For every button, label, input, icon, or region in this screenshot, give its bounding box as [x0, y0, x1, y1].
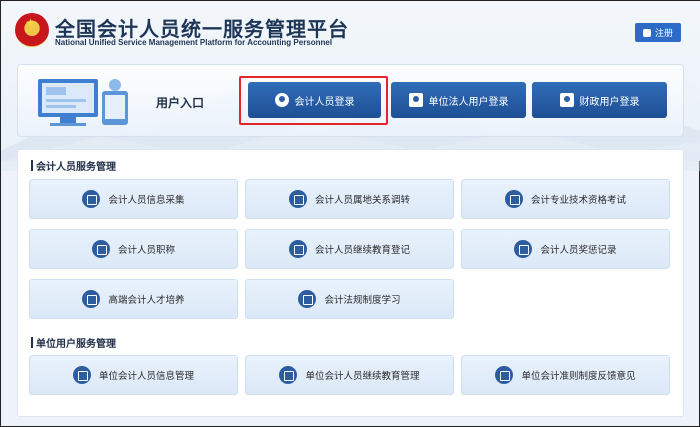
- accountant-section-title: 会计人员服务管理: [31, 158, 116, 173]
- tile-unit-feedback[interactable]: 单位会计准则制度反馈意见: [461, 355, 670, 395]
- tile-label: 会计法规制度学习: [324, 295, 401, 306]
- user-icon: [642, 28, 651, 37]
- unit-login-button[interactable]: 单位法人用户登录: [391, 82, 526, 118]
- section-bar: [31, 160, 33, 171]
- exam-icon: [504, 190, 523, 208]
- section-bar: [31, 337, 33, 348]
- user-entry-label: 用户入口: [156, 96, 205, 110]
- tile-label: 高端会计人才培养: [108, 295, 185, 306]
- tile-rewards-record[interactable]: 会计人员奖惩记录: [461, 229, 670, 269]
- tile-label: 会计人员继续教育登记: [314, 245, 410, 256]
- building-icon: [408, 93, 423, 107]
- tile-unit-education-management[interactable]: 单位会计人员继续教育管理: [245, 355, 454, 395]
- tile-unit-info-management[interactable]: 单位会计人员信息管理: [29, 355, 238, 395]
- tile-label: 单位会计准则制度反馈意见: [521, 371, 636, 382]
- education-icon: [279, 366, 298, 384]
- play-icon: [298, 290, 317, 308]
- tile-relation-transfer[interactable]: 会计人员属地关系调转: [245, 179, 454, 219]
- tile-label: 会计人员信息采集: [108, 195, 185, 206]
- form-edit-icon: [82, 190, 101, 208]
- id-card-icon: [72, 366, 91, 384]
- register-label: 注册: [654, 29, 673, 39]
- tile-label: 单位会计人员继续教育管理: [305, 371, 420, 382]
- button-label: 单位法人用户登录: [428, 96, 509, 108]
- tile-label: 单位会计人员信息管理: [98, 371, 194, 382]
- tile-continuing-education[interactable]: 会计人员继续教育登记: [245, 229, 454, 269]
- title-icon: [91, 240, 110, 258]
- unit-section-title: 单位用户服务管理: [31, 335, 116, 350]
- register-button[interactable]: 注册: [635, 23, 681, 42]
- computer-illustration-icon: [38, 79, 128, 126]
- feedback-icon: [495, 366, 514, 384]
- selection-highlight: [239, 76, 388, 125]
- tile-qualification-exam[interactable]: 会计专业技术资格考试: [461, 179, 670, 219]
- button-label: 财政用户登录: [579, 96, 640, 108]
- transfer-icon: [288, 190, 307, 208]
- national-emblem-icon: ★: [15, 13, 49, 47]
- site-header: ★ 全国会计人员统一服务管理平台 National Unified Servic…: [1, 1, 700, 61]
- tile-label: 会计专业技术资格考试: [530, 195, 626, 206]
- tile-professional-title[interactable]: 会计人员职称: [29, 229, 238, 269]
- record-icon: [514, 240, 533, 258]
- tile-label: 会计人员奖惩记录: [540, 245, 617, 256]
- tile-info-collection[interactable]: 会计人员信息采集: [29, 179, 238, 219]
- tile-regulation-study[interactable]: 会计法规制度学习: [245, 279, 454, 319]
- education-icon: [288, 240, 307, 258]
- tile-label: 会计人员职称: [117, 245, 175, 256]
- graduation-cap-icon: [82, 290, 101, 308]
- finance-login-button[interactable]: 财政用户登录: [532, 82, 667, 118]
- tile-label: 会计人员属地关系调转: [314, 195, 410, 206]
- id-card-icon: [559, 93, 574, 107]
- site-subtitle: National Unified Service Management Plat…: [55, 38, 333, 47]
- tile-talent-training[interactable]: 高端会计人才培养: [29, 279, 238, 319]
